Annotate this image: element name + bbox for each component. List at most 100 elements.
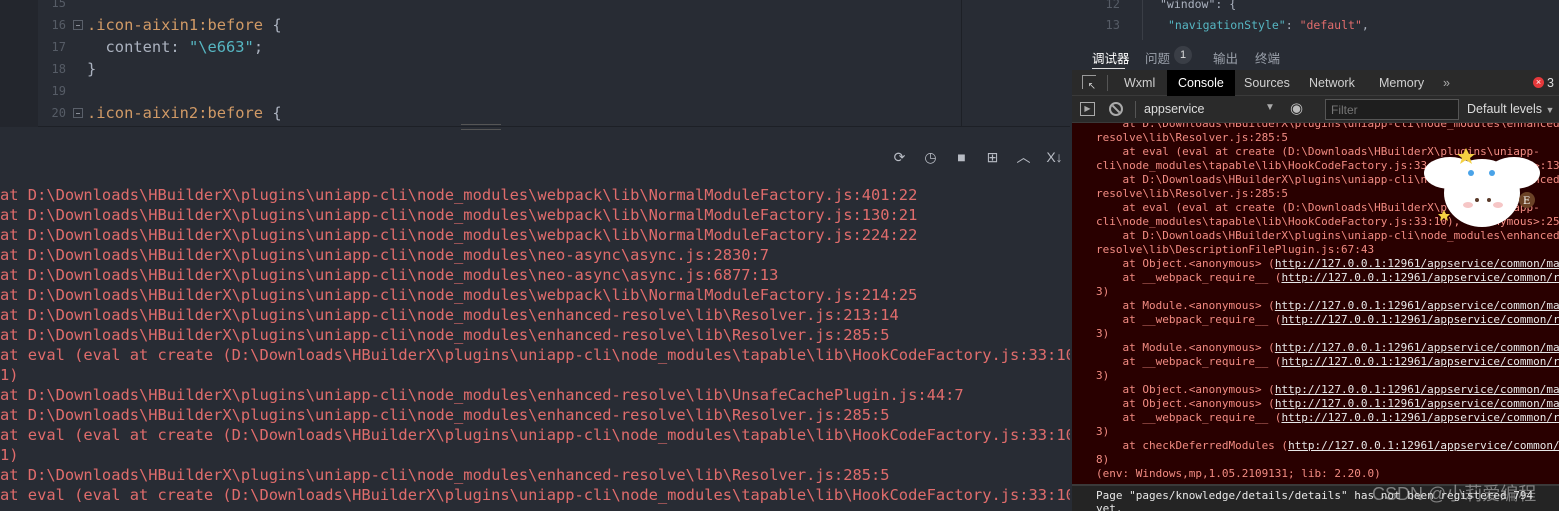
console-text: (env: Windows,mp,1.05.2109131; lib: 2.20… xyxy=(1096,467,1381,480)
tab-output[interactable]: 输出 xyxy=(1213,48,1238,67)
more-tabs-button[interactable]: » xyxy=(1432,70,1461,96)
console-line: at Object.<anonymous> (http://127.0.0.1:… xyxy=(1096,257,1559,271)
console-line: at D:\Downloads\HBuilderX\plugins\uniapp… xyxy=(1096,229,1559,243)
eye-icon[interactable]: ◉ xyxy=(1290,99,1303,117)
line-number: 18 xyxy=(51,62,66,76)
terminal-toolbar: ⟳ ◷ ■ ⊞ ︿ X↓ xyxy=(890,148,1064,167)
divider xyxy=(1107,75,1108,91)
code-line: 13 "navigationStyle": "default", xyxy=(1072,15,1559,35)
fold-toggle-icon[interactable] xyxy=(73,108,83,118)
run-icon[interactable]: ◷ xyxy=(921,148,940,167)
editor-minimap-divider xyxy=(961,0,962,127)
console-line: at checkDeferredModules (http://127.0.0.… xyxy=(1096,439,1559,453)
line-number: 13 xyxy=(1105,18,1120,32)
tab-console[interactable]: Console xyxy=(1167,70,1235,96)
brace: { xyxy=(263,16,282,34)
code-text: "window": { xyxy=(1160,0,1237,11)
console-text: at checkDeferredModules ( xyxy=(1096,439,1289,452)
terminal-line: at D:\Downloads\HBuilderX\plugins\uniapp… xyxy=(0,206,918,224)
source-link[interactable]: http://127.0.0.1:12961/appservice/common… xyxy=(1288,439,1559,452)
hbuilder-left-pane: 15 16 .icon-aixin1:before {17 content: "\e… xyxy=(0,0,1070,511)
stop-icon[interactable]: ■ xyxy=(952,148,971,167)
console-text: resolve\lib\Resolver.js:285:5 xyxy=(1096,131,1289,144)
console-line: 8) xyxy=(1096,453,1109,467)
console-text: at Object.<anonymous> ( xyxy=(1096,257,1275,270)
tab-terminal[interactable]: 终端 xyxy=(1255,48,1280,67)
css-selector: .icon-aixin1:before xyxy=(87,16,264,34)
terminal-line: at D:\Downloads\HBuilderX\plugins\uniapp… xyxy=(0,466,890,484)
console-text: 3) xyxy=(1096,369,1110,382)
tab-problems[interactable]: 问题 xyxy=(1145,48,1170,67)
console-text: at __webpack_require__ ( xyxy=(1096,313,1282,326)
debugger-pane: 12 "window": { 13 "navigationStyle": "de… xyxy=(1072,0,1559,511)
console-line: 3) xyxy=(1096,425,1109,439)
mascot-sticker-image: E xyxy=(1424,148,1540,227)
chevron-down-icon: ▼ xyxy=(1545,105,1555,115)
code-editor[interactable]: 15 16 .icon-aixin1:before {17 content: "\e… xyxy=(0,0,1070,127)
tab-network[interactable]: Network xyxy=(1298,70,1366,96)
console-line: at Module.<anonymous> (http://127.0.0.1:… xyxy=(1096,341,1559,355)
terminal-line: at eval (eval at create (D:\Downloads\HB… xyxy=(0,486,1070,504)
editor-sidebar-strip xyxy=(0,0,38,127)
panel-resize-handle[interactable] xyxy=(461,124,501,130)
source-link[interactable]: http://127.0.0.1:12961/appservice/common… xyxy=(1275,383,1559,396)
source-link[interactable]: http://127.0.0.1:12961/appservice/common… xyxy=(1281,271,1559,284)
pages-json-editor[interactable]: 12 "window": { 13 "navigationStyle": "de… xyxy=(1072,0,1559,40)
console-line: (env: Windows,mp,1.05.2109131; lib: 2.20… xyxy=(1096,467,1381,481)
console-line: 3) xyxy=(1096,369,1109,383)
source-link[interactable]: http://127.0.0.1:12961/appservice/common… xyxy=(1275,257,1559,270)
tab-memory[interactable]: Memory xyxy=(1368,70,1435,96)
tab-wxml[interactable]: Wxml xyxy=(1113,70,1166,96)
error-count[interactable]: 3 xyxy=(1547,70,1554,96)
console-text: at __webpack_require__ ( xyxy=(1096,411,1282,424)
log-levels-select[interactable]: Default levels ▼ xyxy=(1467,102,1554,116)
console-line: at Object.<anonymous> (http://127.0.0.1:… xyxy=(1096,383,1559,397)
inspect-element-icon[interactable]: ↖ xyxy=(1082,75,1096,92)
restart-icon[interactable]: ⟳ xyxy=(890,148,909,167)
tab-debugger[interactable]: 调试器 xyxy=(1092,48,1130,67)
source-link[interactable]: http://127.0.0.1:12961/appservice/common… xyxy=(1275,341,1559,354)
source-link[interactable]: http://127.0.0.1:12961/appservice/common… xyxy=(1275,299,1559,312)
source-link[interactable]: http://127.0.0.1:12961/appservice/common… xyxy=(1281,411,1559,424)
console-text: 3) xyxy=(1096,285,1110,298)
panel-tabs: 调试器 问题 输出 终端 xyxy=(1072,40,1559,70)
console-line: 3) xyxy=(1096,285,1109,299)
sidebar-toggle-icon[interactable]: ▶ xyxy=(1080,102,1095,116)
devtools-tabs: ↖ Wxml Console Sources Network Memory » … xyxy=(1072,70,1559,96)
json-comma: , xyxy=(1361,18,1369,32)
console-line: at __webpack_require__ (http://127.0.0.1… xyxy=(1096,411,1559,425)
clear-output-icon[interactable]: X↓ xyxy=(1045,148,1064,167)
source-link[interactable]: http://127.0.0.1:12961/appservice/common… xyxy=(1275,397,1559,410)
terminal-line: at eval (eval at create (D:\Downloads\HB… xyxy=(0,346,1070,364)
console-text: at D:\Downloads\HBuilderX\plugins\uniapp… xyxy=(1096,229,1559,242)
source-link[interactable]: http://127.0.0.1:12961/appservice/common… xyxy=(1281,355,1559,368)
error-icon: × xyxy=(1533,77,1544,88)
warning-text: yet. xyxy=(1096,502,1123,511)
json-key: "navigationStyle" xyxy=(1168,18,1286,32)
terminal-line: at D:\Downloads\HBuilderX\plugins\uniapp… xyxy=(0,266,779,284)
filter-input[interactable] xyxy=(1325,99,1459,120)
fold-toggle-icon[interactable] xyxy=(73,20,83,30)
chevron-up-icon[interactable]: ︿ xyxy=(1014,148,1033,167)
console-text: at Object.<anonymous> ( xyxy=(1096,383,1275,396)
line-number: 19 xyxy=(51,84,66,98)
console-text: at Module.<anonymous> ( xyxy=(1096,341,1275,354)
console-text: at __webpack_require__ ( xyxy=(1096,355,1282,368)
console-text: resolve\lib\DescriptionFilePlugin.js:67:… xyxy=(1096,243,1375,256)
brace: { xyxy=(263,104,282,122)
console-text: 3) xyxy=(1096,327,1110,340)
chevron-down-icon[interactable]: ▼ xyxy=(1265,102,1275,113)
semicolon: ; xyxy=(253,38,264,56)
console-line: at __webpack_require__ (http://127.0.0.1… xyxy=(1096,313,1559,327)
tab-sources[interactable]: Sources xyxy=(1233,70,1301,96)
console-line: at Object.<anonymous> (http://127.0.0.1:… xyxy=(1096,397,1559,411)
console-text: at __webpack_require__ ( xyxy=(1096,271,1282,284)
source-link[interactable]: http://127.0.0.1:12961/appservice/common… xyxy=(1281,313,1559,326)
json-colon: : xyxy=(1285,18,1300,32)
context-select[interactable]: appservice xyxy=(1144,102,1204,116)
clear-console-icon[interactable] xyxy=(1109,102,1123,116)
console-line: at __webpack_require__ (http://127.0.0.1… xyxy=(1096,355,1559,369)
code-line: 12 "window": { xyxy=(1072,0,1559,14)
new-terminal-icon[interactable]: ⊞ xyxy=(983,148,1002,167)
console-text: 3) xyxy=(1096,425,1110,438)
